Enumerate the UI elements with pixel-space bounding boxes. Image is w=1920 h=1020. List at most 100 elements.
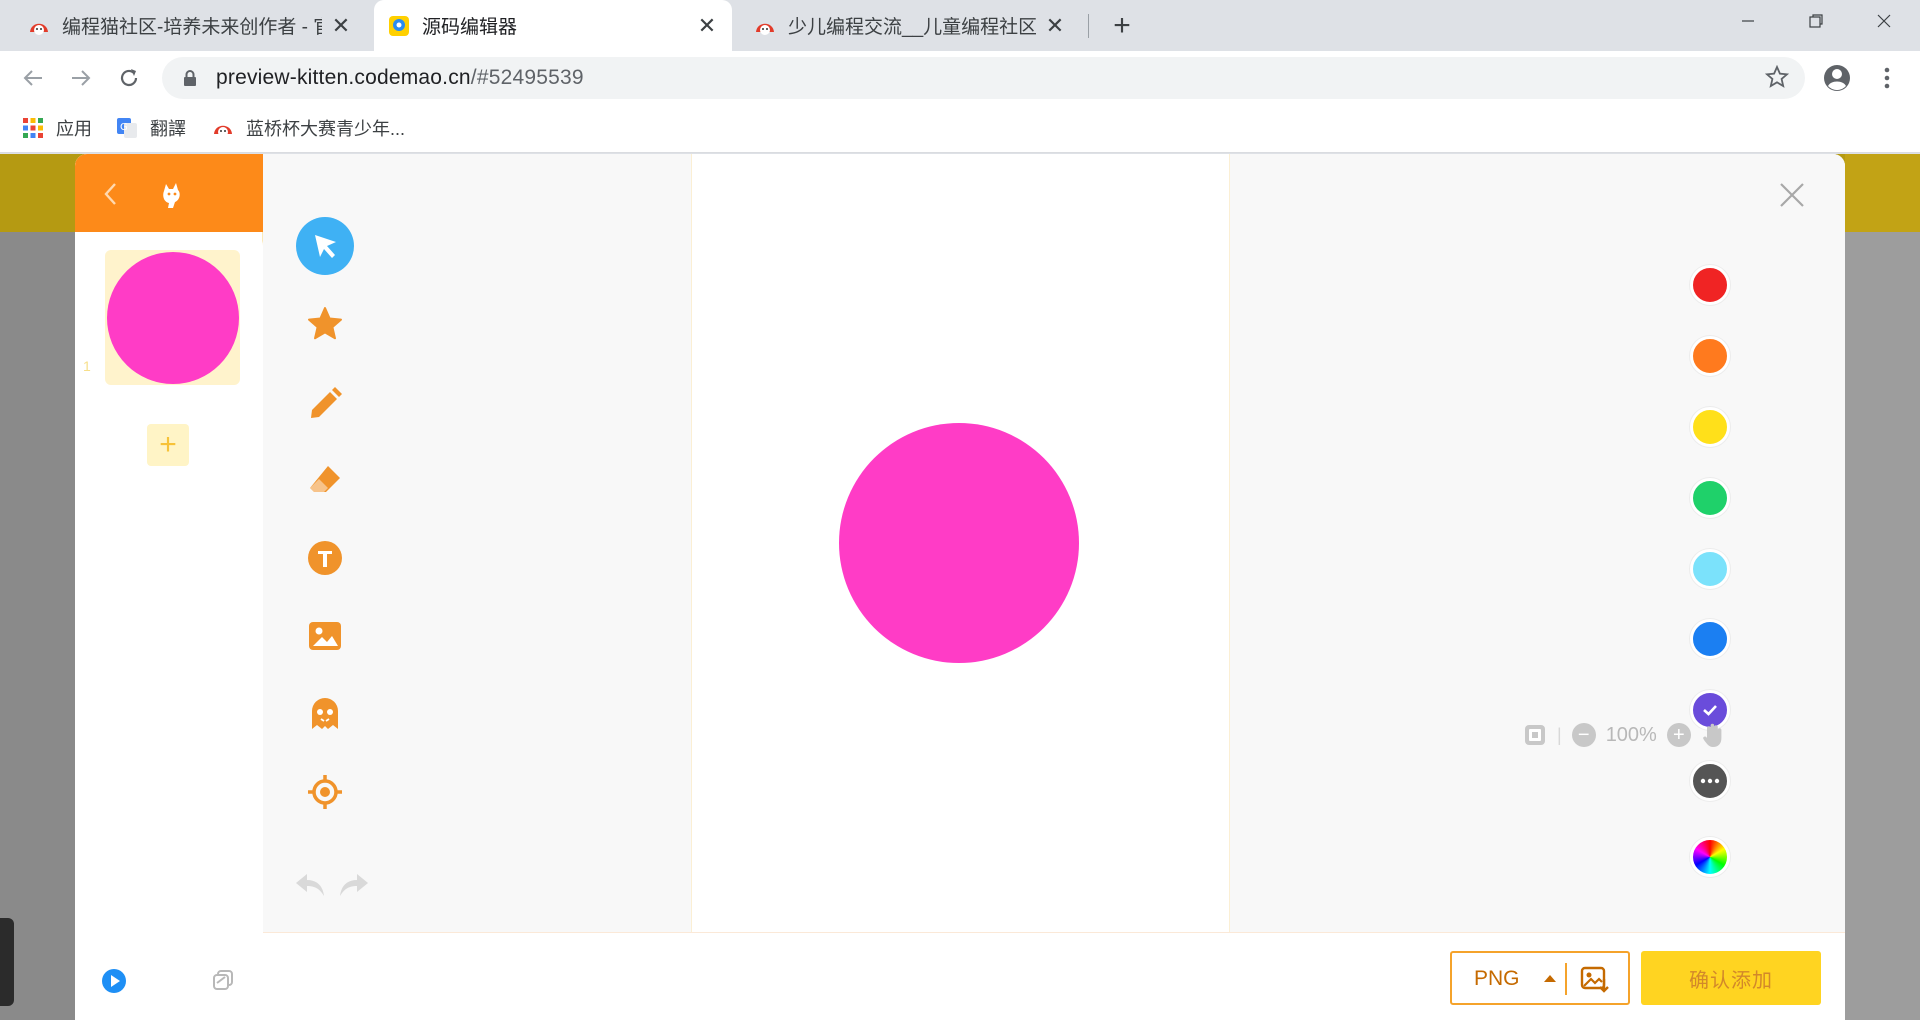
select-tool[interactable] <box>295 216 355 276</box>
apps-grid-icon <box>23 118 43 138</box>
tab-title: 源码编辑器 <box>422 17 518 38</box>
tab-strip: 编程猫社区-培养未来创作者 - 官方 ✕ 源码编辑器 ✕ 少儿编程交流__儿童编… <box>0 0 1920 51</box>
zoom-in-icon[interactable]: + <box>1666 723 1691 747</box>
fit-canvas-icon[interactable] <box>1523 723 1547 747</box>
tab-separator <box>1088 14 1089 38</box>
star-icon <box>308 307 342 340</box>
menu-button[interactable] <box>1870 61 1904 95</box>
add-frame-button[interactable]: + <box>147 424 189 466</box>
caret-up-icon <box>1544 975 1556 982</box>
bookmark-apps[interactable]: 应用 <box>22 115 92 141</box>
color-swatch-orange[interactable] <box>1690 336 1730 376</box>
minimize-button[interactable] <box>1718 0 1778 42</box>
address-bar[interactable]: preview-kitten.codemao.cn/#52495539 <box>162 57 1805 99</box>
color-swatch-red[interactable] <box>1690 265 1730 305</box>
play-animation-icon[interactable] <box>102 969 126 993</box>
tab-close-icon[interactable]: ✕ <box>1044 13 1066 38</box>
tab-source-editor[interactable]: 源码编辑器 ✕ <box>374 0 732 51</box>
confirm-add-button[interactable]: 确认添加 <box>1641 951 1821 1005</box>
bookmark-lanqiao[interactable]: 蓝桥杯大赛青少年... <box>212 115 405 141</box>
close-icon <box>1877 14 1891 28</box>
arrow-right-icon <box>72 70 91 86</box>
side-widget[interactable] <box>0 918 14 1006</box>
kebab-menu-icon <box>1884 67 1890 89</box>
format-selector[interactable]: PNG <box>1450 951 1630 1005</box>
export-image-icon[interactable] <box>1580 965 1610 993</box>
onion-skin-icon[interactable] <box>211 968 235 992</box>
collapse-chevron-icon[interactable] <box>103 182 117 208</box>
tab-codemao-community[interactable]: 编程猫社区-培养未来创作者 - 官方 ✕ <box>14 0 366 51</box>
image-tool[interactable] <box>295 606 355 666</box>
zoom-controls: | − 100% + <box>1523 720 1725 750</box>
text-tool[interactable] <box>295 528 355 588</box>
color-swatch-lightblue[interactable] <box>1690 549 1730 589</box>
frame-index: 1 <box>83 358 91 374</box>
svg-text:G: G <box>120 122 128 133</box>
restore-icon <box>1809 14 1823 28</box>
tab-close-icon[interactable]: ✕ <box>330 13 352 38</box>
color-swatch-more[interactable] <box>1690 761 1730 801</box>
bookmarks-bar: 应用 G 翻譯 蓝桥杯大赛青少年... <box>0 105 1920 153</box>
bookmark-star-icon[interactable] <box>1765 65 1789 89</box>
zoom-out-icon[interactable]: − <box>1571 723 1596 747</box>
arrow-left-icon <box>23 70 42 86</box>
cursor-arrow-icon <box>315 235 336 258</box>
pencil-tool[interactable] <box>295 372 355 432</box>
frame-thumbnail-shape <box>106 251 239 384</box>
paint-editor-modal: 1 + <box>75 154 1845 1020</box>
text-icon <box>308 541 342 575</box>
center-tool[interactable] <box>295 762 355 822</box>
profile-button[interactable] <box>1820 61 1854 95</box>
bookmark-label: 翻譯 <box>150 119 186 139</box>
codemao-favicon-icon <box>756 23 774 35</box>
eraser-icon <box>310 466 340 492</box>
account-circle-icon <box>1824 65 1850 91</box>
tab-title: 少儿编程交流__儿童编程社区_scratch <box>788 17 1036 38</box>
reload-icon <box>120 69 138 87</box>
tool-palette <box>263 154 691 932</box>
codemao-favicon-icon <box>30 23 48 35</box>
tab-close-icon[interactable]: ✕ <box>696 13 718 38</box>
kitten-logo-icon <box>163 183 180 208</box>
forward-button[interactable] <box>64 61 98 95</box>
reload-button[interactable] <box>112 61 146 95</box>
bookmark-label: 应用 <box>56 119 92 139</box>
bookmark-label: 蓝桥杯大赛青少年... <box>246 119 406 139</box>
codemao-icon <box>214 125 232 137</box>
color-swatch-green[interactable] <box>1690 478 1730 518</box>
canvas-circle-shape[interactable] <box>839 423 1079 663</box>
bookmark-translate[interactable]: G 翻譯 <box>116 115 186 141</box>
url-host: preview-kitten.codemao.cn <box>216 66 471 89</box>
minimize-icon <box>1742 20 1754 22</box>
more-dots-icon <box>1693 764 1727 798</box>
google-translate-icon: G <box>117 118 137 138</box>
url-path: /#52495539 <box>470 66 584 89</box>
character-tool[interactable] <box>295 684 355 744</box>
lock-icon <box>184 70 196 86</box>
restore-button[interactable] <box>1786 0 1846 42</box>
close-editor-icon[interactable] <box>1777 180 1807 210</box>
color-wheel-picker-icon[interactable] <box>1690 837 1730 877</box>
close-window-button[interactable] <box>1854 0 1914 42</box>
format-value: PNG <box>1474 967 1520 990</box>
hand-pan-icon[interactable] <box>1701 722 1725 748</box>
color-panel <box>1230 154 1845 932</box>
color-swatch-blue[interactable] <box>1690 619 1730 659</box>
eraser-tool[interactable] <box>295 450 355 510</box>
frames-panel-header <box>75 154 263 232</box>
tab-title: 编程猫社区-培养未来创作者 - 官方 <box>62 17 322 38</box>
redo-icon[interactable] <box>337 870 371 900</box>
new-tab-button[interactable]: + <box>1106 9 1138 42</box>
undo-icon[interactable] <box>293 870 327 900</box>
page-right-dimmed <box>1845 154 1920 1020</box>
browser-toolbar: preview-kitten.codemao.cn/#52495539 <box>0 51 1920 105</box>
tab-kids-coding[interactable]: 少儿编程交流__儿童编程社区_scratch ✕ <box>740 0 1080 51</box>
kitten-editor-favicon-icon <box>389 15 409 36</box>
drawing-canvas[interactable] <box>691 154 1230 932</box>
editor-area <box>263 154 1845 932</box>
frame-thumbnail[interactable] <box>105 250 240 385</box>
shape-tool[interactable] <box>295 294 355 354</box>
zoom-level: 100% <box>1605 723 1657 746</box>
back-button[interactable] <box>16 61 50 95</box>
color-swatch-yellow[interactable] <box>1690 407 1730 447</box>
